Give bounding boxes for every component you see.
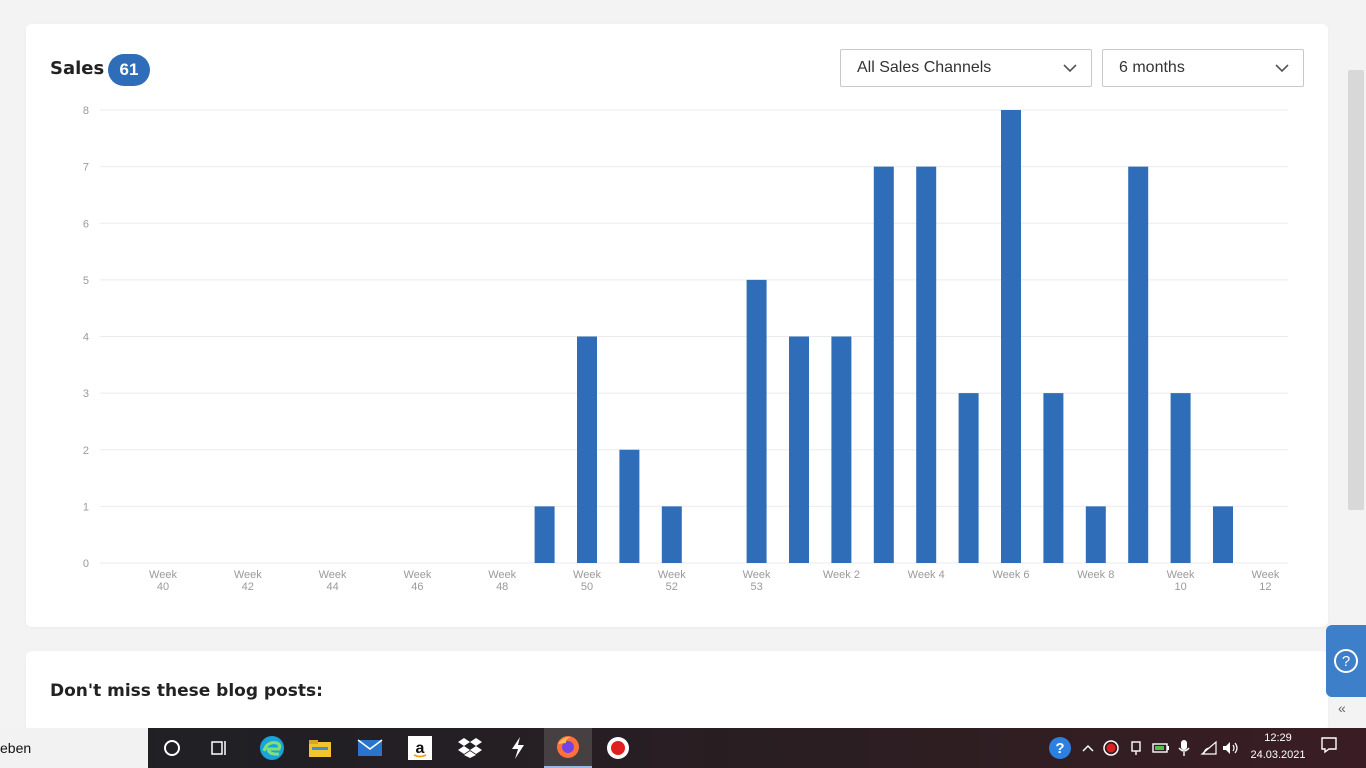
cortana-icon[interactable] (148, 728, 196, 768)
device-tray-icon[interactable] (1126, 728, 1146, 768)
x-tick-label: Week 40 (149, 569, 177, 593)
bar (958, 393, 979, 563)
bar (577, 336, 597, 563)
mail-icon[interactable] (346, 728, 394, 768)
svg-text:a: a (416, 740, 425, 757)
help-tray-icon[interactable]: ? (1046, 728, 1074, 768)
x-tick-label: Week 50 (573, 569, 601, 593)
microphone-icon[interactable] (1174, 728, 1194, 768)
x-tick-label: Week 44 (319, 569, 347, 593)
y-tick-label: 2 (83, 445, 89, 457)
amazon-icon[interactable]: a (396, 728, 444, 768)
help-button[interactable]: ? (1326, 625, 1366, 697)
record-app-icon[interactable] (594, 728, 642, 768)
bar (916, 166, 937, 563)
y-tick-label: 3 (83, 388, 89, 400)
x-tick-label: Week 46 (403, 569, 431, 593)
bar (831, 336, 852, 563)
taskbar-clock[interactable]: 12:29 24.03.2021 (1244, 730, 1312, 766)
notification-center-icon[interactable] (1320, 736, 1338, 759)
windows-taskbar: eben a ? 12:29 24.03.2021 (0, 728, 1366, 768)
y-tick-label: 0 (83, 558, 89, 570)
x-tick-label: Week 10 (1167, 569, 1195, 593)
bar (746, 279, 767, 563)
y-tick-label: 1 (83, 501, 89, 513)
bar (619, 449, 640, 563)
battery-icon[interactable] (1150, 728, 1172, 768)
clock-time: 12:29 (1264, 732, 1292, 744)
help-icon: ? (1334, 649, 1358, 673)
bar (1085, 506, 1106, 563)
y-tick-label: 4 (83, 332, 89, 344)
bolt-app-icon[interactable] (494, 728, 542, 768)
blog-posts-title: Don't miss these blog posts: (50, 681, 323, 701)
page-scrollbar[interactable] (1348, 70, 1364, 510)
x-tick-label: Week 12 (1251, 569, 1279, 593)
volume-icon[interactable] (1220, 728, 1242, 768)
x-tick-label: Week 48 (488, 569, 516, 593)
svg-text:?: ? (1055, 740, 1064, 757)
bar (1128, 166, 1149, 563)
show-hidden-icons-icon[interactable] (1078, 728, 1098, 768)
firefox-icon[interactable] (544, 728, 592, 768)
x-tick-label: Week 8 (1077, 569, 1114, 581)
recording-tray-icon[interactable] (1100, 728, 1122, 768)
wifi-icon[interactable] (1198, 728, 1220, 768)
clock-date: 24.03.2021 (1250, 749, 1306, 761)
dropbox-icon[interactable] (446, 728, 494, 768)
taskbar-search-text: eben (0, 740, 32, 756)
x-tick-label: Week 4 (908, 569, 945, 581)
bar (873, 166, 894, 563)
bar (1043, 393, 1064, 563)
x-tick-label: Week 42 (234, 569, 262, 593)
taskbar-search-box[interactable]: eben (0, 728, 148, 768)
y-tick-label: 6 (83, 218, 89, 230)
collapse-chevrons-icon[interactable]: « (1338, 700, 1346, 716)
svg-text:?: ? (1342, 653, 1350, 670)
bar (789, 336, 809, 563)
bar (1170, 393, 1191, 563)
y-tick-label: 7 (83, 162, 89, 174)
blog-posts-card: Don't miss these blog posts: (26, 651, 1328, 731)
edge-icon[interactable] (248, 728, 296, 768)
task-view-icon[interactable] (196, 728, 244, 768)
bar (1213, 506, 1233, 563)
x-tick-label: Week 6 (992, 569, 1029, 581)
bar (1001, 110, 1021, 563)
x-tick-label: Week 53 (743, 569, 771, 593)
x-tick-label: Week 52 (658, 569, 686, 593)
sales-bar-chart: 0 1 2 3 4 5 6 7 8 Week 40 Week 42 Week 44 Week 46 Week 48 W… (83, 105, 1288, 593)
y-tick-label: 5 (83, 275, 89, 287)
sales-card: Sales 61 All Sales Channels 6 months 012… (26, 24, 1328, 627)
x-tick-label: Week 2 (823, 569, 860, 581)
y-tick-label: 8 (83, 105, 89, 117)
file-explorer-icon[interactable] (296, 728, 344, 768)
bar (661, 506, 682, 563)
bar (534, 506, 555, 563)
